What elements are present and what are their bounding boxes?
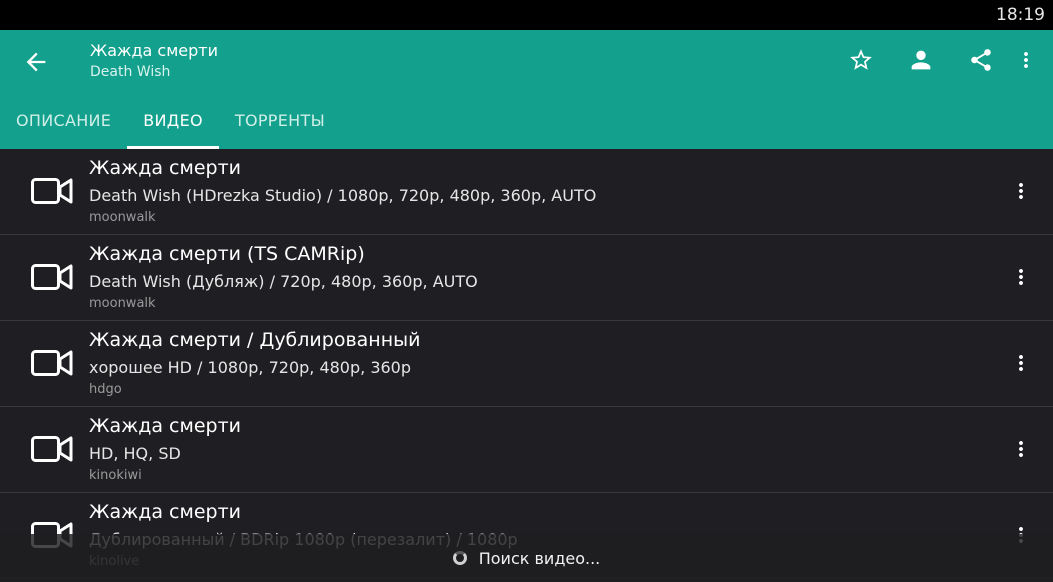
video-list: Жажда смерти Death Wish (HDrezka Studio)…	[0, 149, 1053, 579]
status-bar: 18:19	[0, 0, 1053, 30]
item-source: moonwalk	[89, 210, 156, 225]
list-item[interactable]: Жажда смерти HD, HQ, SD kinokiwi	[0, 407, 1053, 493]
tab-torrents[interactable]: ТОРРЕНТЫ	[219, 108, 341, 149]
item-details: Death Wish (Дубляж) / 720p, 480p, 360p, …	[89, 272, 478, 291]
item-title: Жажда смерти	[89, 415, 241, 437]
item-source: hdgo	[89, 382, 122, 397]
star-icon[interactable]	[831, 44, 891, 76]
videocam-icon	[30, 176, 74, 206]
item-title: Жажда смерти / Дублированный	[89, 329, 421, 351]
item-details: Death Wish (HDrezka Studio) / 1080p, 720…	[89, 186, 597, 205]
item-title: Жажда смерти	[89, 501, 241, 523]
back-arrow-icon[interactable]	[22, 48, 50, 76]
loading-toast: Поиск видео...	[0, 534, 1053, 582]
item-title: Жажда смерти (TS CAMRip)	[89, 243, 365, 265]
share-icon[interactable]	[951, 44, 1011, 76]
app-bar: Жажда смерти Death Wish ОПИСАНИЕ ВИДЕО Т…	[0, 30, 1053, 149]
person-icon[interactable]	[891, 44, 951, 76]
list-item[interactable]: Жажда смерти / Дублированный хорошее HD …	[0, 321, 1053, 407]
tab-bar: ОПИСАНИЕ ВИДЕО ТОРРЕНТЫ	[0, 108, 341, 149]
tab-description[interactable]: ОПИСАНИЕ	[0, 108, 127, 149]
spinner-icon	[452, 551, 467, 565]
videocam-icon	[30, 262, 74, 292]
videocam-icon	[30, 348, 74, 378]
item-title: Жажда смерти	[89, 157, 241, 179]
tab-video[interactable]: ВИДЕО	[127, 108, 219, 149]
more-vert-icon[interactable]	[1009, 265, 1033, 289]
item-source: kinokiwi	[89, 468, 142, 483]
more-vert-icon[interactable]	[1009, 351, 1033, 375]
page-subtitle: Death Wish	[90, 64, 171, 80]
more-vert-icon[interactable]	[1011, 44, 1041, 76]
toast-text: Поиск видео...	[478, 548, 601, 568]
more-vert-icon[interactable]	[1009, 437, 1033, 461]
app-bar-actions	[831, 44, 1041, 76]
header-titles: Жажда смерти Death Wish	[90, 40, 218, 82]
list-item[interactable]: Жажда смерти Death Wish (HDrezka Studio)…	[0, 149, 1053, 235]
item-details: HD, HQ, SD	[89, 444, 181, 463]
list-item[interactable]: Жажда смерти (TS CAMRip) Death Wish (Дуб…	[0, 235, 1053, 321]
more-vert-icon[interactable]	[1009, 179, 1033, 203]
videocam-icon	[30, 434, 74, 464]
item-source: moonwalk	[89, 296, 156, 311]
status-time: 18:19	[996, 5, 1045, 25]
page-title: Жажда смерти	[90, 41, 218, 60]
item-details: хорошее HD / 1080p, 720p, 480p, 360p	[89, 358, 412, 377]
